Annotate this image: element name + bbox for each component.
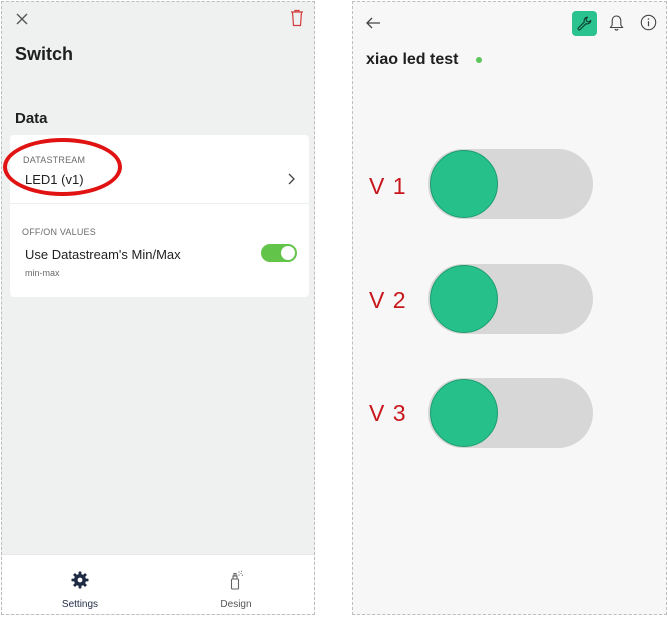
- bottom-tab-bar: Settings Design: [2, 554, 314, 614]
- switch-knob: [430, 150, 498, 218]
- tab-design-label: Design: [220, 599, 252, 610]
- datastream-selector[interactable]: DATASTREAM LED1 (v1): [10, 135, 309, 204]
- trash-icon[interactable]: [289, 9, 305, 27]
- switch-label-v1: V 1: [369, 173, 407, 199]
- chevron-right-icon: [288, 173, 295, 185]
- toggle-knob: [281, 246, 295, 260]
- use-minmax-label: Use Datastream's Min/Max: [25, 247, 181, 262]
- section-title-data: Data: [15, 110, 48, 127]
- device-name: xiao led test: [366, 51, 459, 68]
- switch-v2[interactable]: [428, 264, 593, 334]
- datastream-caption: DATASTREAM: [23, 155, 86, 165]
- back-arrow-icon[interactable]: [365, 16, 381, 30]
- device-dashboard-screen: xiao led test V 1 V 2 V 3: [352, 1, 667, 615]
- spray-can-icon: [230, 570, 244, 590]
- tab-design[interactable]: Design: [158, 555, 314, 614]
- tab-settings[interactable]: Settings: [2, 555, 158, 614]
- datastream-value: LED1 (v1): [25, 172, 84, 187]
- page-title: Switch: [15, 44, 74, 64]
- online-status-dot: [476, 57, 482, 63]
- close-icon[interactable]: [14, 11, 30, 27]
- switch-knob: [430, 379, 498, 447]
- tab-settings-label: Settings: [61, 599, 99, 610]
- switch-label-v3: V 3: [369, 400, 407, 426]
- minmax-subtext: min-max: [25, 268, 60, 278]
- switch-v3[interactable]: [428, 378, 593, 448]
- wrench-icon: [577, 16, 592, 31]
- gear-icon: [71, 571, 89, 589]
- info-icon[interactable]: [640, 14, 657, 31]
- offon-values-caption: OFF/ON VALUES: [22, 227, 96, 237]
- switch-settings-screen: Switch Data DATASTREAM LED1 (v1) OFF/ON …: [1, 1, 315, 615]
- data-settings-card: DATASTREAM LED1 (v1) OFF/ON VALUES Use D…: [10, 135, 309, 297]
- use-minmax-toggle[interactable]: [261, 244, 297, 262]
- bell-icon[interactable]: [609, 14, 624, 32]
- switch-knob: [430, 265, 498, 333]
- edit-dashboard-button[interactable]: [572, 11, 597, 36]
- switch-v1[interactable]: [428, 149, 593, 219]
- switch-label-v2: V 2: [369, 287, 407, 313]
